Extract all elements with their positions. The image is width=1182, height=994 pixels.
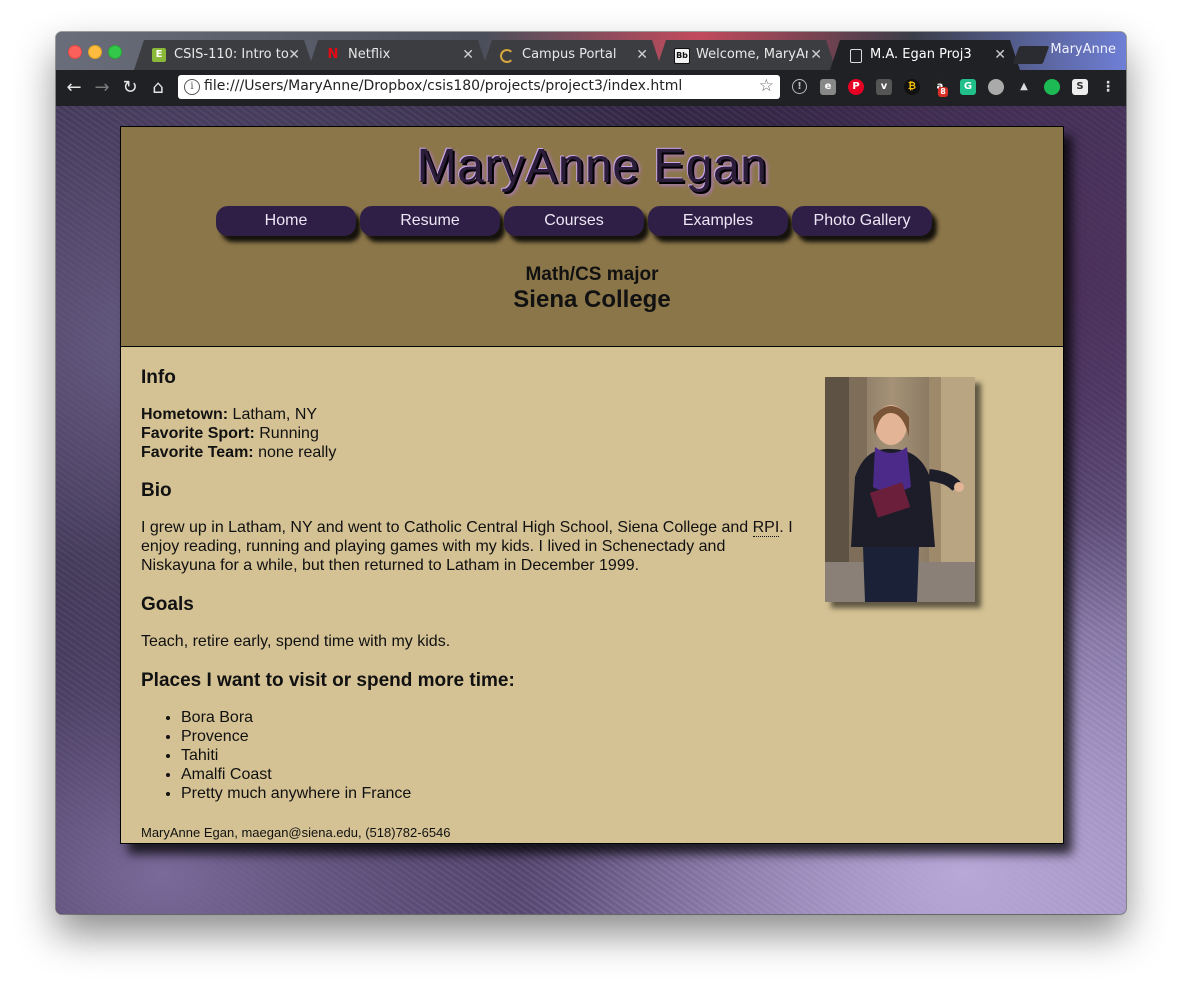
privacy-extension-icon[interactable]: !: [792, 79, 807, 94]
tab-title: Welcome, MaryAnne: [696, 47, 805, 62]
maximize-window-icon[interactable]: [108, 45, 122, 59]
snip-icon[interactable]: S: [1072, 79, 1088, 95]
main-nav: Home Resume Courses Examples Photo Galle…: [216, 206, 968, 238]
menu-icon[interactable]: ⋮: [1100, 79, 1116, 95]
profile-photo: [825, 377, 975, 602]
team-label: Favorite Team:: [141, 444, 254, 461]
page-viewport: MaryAnne Egan Home Resume Courses Exampl…: [56, 106, 1126, 914]
info-icon[interactable]: i: [184, 79, 200, 95]
tab-csis110[interactable]: E CSIS-110: Intro to CS ✕: [134, 40, 314, 70]
e-icon: E: [152, 48, 166, 62]
reload-icon[interactable]: ↻: [118, 76, 142, 100]
tab-title: Netflix: [348, 47, 391, 62]
nav-resume-button[interactable]: Resume: [360, 206, 500, 236]
url-text[interactable]: file:///Users/MaryAnne/Dropbox/csis180/p…: [204, 78, 682, 94]
new-tab-button[interactable]: [1012, 46, 1050, 64]
notification-badge: 8: [938, 87, 948, 97]
sport-value: Running: [254, 425, 319, 442]
nav-home-button[interactable]: Home: [216, 206, 356, 236]
bitcoin-icon[interactable]: ₿: [904, 79, 920, 95]
close-tab-icon[interactable]: ✕: [994, 40, 1006, 70]
bio-text: I grew up in Latham, NY and went to Cath…: [141, 518, 793, 575]
rpi-abbr: RPI: [752, 519, 780, 537]
close-tab-icon[interactable]: ✕: [288, 40, 300, 70]
minimize-window-icon[interactable]: [88, 45, 102, 59]
team-value: none really: [253, 444, 337, 461]
address-bar[interactable]: i file:///Users/MaryAnne/Dropbox/csis180…: [178, 75, 780, 99]
close-tab-icon[interactable]: ✕: [636, 40, 648, 70]
list-item: Pretty much anywhere in France: [181, 784, 411, 803]
tab-netflix[interactable]: N Netflix ✕: [308, 40, 488, 70]
toolbar: ← → ↻ ⌂ i file:///Users/MaryAnne/Dropbox…: [56, 70, 1126, 106]
tab-blackboard[interactable]: Bb Welcome, MaryAnne ✕: [656, 40, 836, 70]
site-body: Info Hometown: Latham, NY Favorite Sport…: [121, 347, 1063, 843]
list-item: Bora Bora: [181, 708, 411, 727]
nav-photo-gallery-button[interactable]: Photo Gallery: [792, 206, 932, 236]
sport-label: Favorite Sport:: [141, 425, 255, 442]
list-item: Amalfi Coast: [181, 765, 411, 784]
site-header: MaryAnne Egan Home Resume Courses Exampl…: [121, 127, 1063, 347]
list-item: Tahiti: [181, 746, 411, 765]
tab-strip: E CSIS-110: Intro to CS ✕ N Netflix ✕ Ca…: [56, 32, 1126, 70]
bio-heading: Bio: [141, 480, 172, 501]
forward-icon[interactable]: →: [90, 76, 114, 100]
page-icon: [850, 49, 862, 63]
home-icon[interactable]: ⌂: [146, 76, 170, 100]
nav-courses-button[interactable]: Courses: [504, 206, 644, 236]
goals-text: Teach, retire early, spend time with my …: [141, 633, 451, 650]
pocket-icon[interactable]: v: [876, 79, 892, 95]
tab-title: M.A. Egan Proj3: [870, 47, 972, 62]
nav-examples-button[interactable]: Examples: [648, 206, 788, 236]
footer-contact: MaryAnne Egan, maegan@siena.edu, (518)78…: [141, 825, 451, 840]
close-tab-icon[interactable]: ✕: [810, 40, 822, 70]
spinner-icon: [500, 49, 514, 63]
info-heading: Info: [141, 367, 176, 388]
site-container: MaryAnne Egan Home Resume Courses Exampl…: [120, 126, 1064, 844]
tab-campus-portal[interactable]: Campus Portal ✕: [482, 40, 662, 70]
grammarly-icon[interactable]: G: [960, 79, 976, 95]
profile-photo-image: [825, 377, 975, 602]
places-heading: Places I want to visit or spend more tim…: [141, 670, 515, 691]
netflix-icon: N: [327, 47, 339, 62]
profile-name[interactable]: MaryAnne: [1050, 42, 1116, 57]
tab-title: CSIS-110: Intro to CS: [174, 47, 289, 62]
hometown-label: Hometown:: [141, 406, 229, 423]
subtitle-college: Siena College: [513, 286, 671, 313]
green-extension-icon[interactable]: [1044, 79, 1060, 95]
bio-text-part: I grew up in Latham, NY and went to Cath…: [141, 519, 753, 536]
evernote-icon[interactable]: e: [820, 79, 836, 95]
hometown-value: Latham, NY: [228, 406, 318, 423]
close-window-icon[interactable]: [68, 45, 82, 59]
browser-window: E CSIS-110: Intro to CS ✕ N Netflix ✕ Ca…: [56, 32, 1126, 914]
info-details: Hometown: Latham, NY Favorite Sport: Run…: [141, 405, 801, 462]
blackboard-icon: Bb: [674, 48, 690, 64]
football-icon[interactable]: [988, 79, 1004, 95]
team-row: Favorite Team: none really: [141, 443, 801, 462]
subtitle-major: Math/CS major: [525, 264, 659, 285]
list-item: Provence: [181, 727, 411, 746]
page-title: MaryAnne Egan: [416, 140, 768, 193]
sport-row: Favorite Sport: Running: [141, 424, 801, 443]
drive-icon[interactable]: ▲: [1016, 79, 1032, 95]
hometown-row: Hometown: Latham, NY: [141, 405, 801, 424]
tab-egan-proj3[interactable]: M.A. Egan Proj3 ✕: [830, 40, 1020, 70]
pinterest-icon[interactable]: P: [848, 79, 864, 95]
back-icon[interactable]: ←: [62, 76, 86, 100]
goals-heading: Goals: [141, 594, 194, 615]
bookmark-star-icon[interactable]: ☆: [759, 76, 774, 96]
tab-title: Campus Portal: [522, 47, 617, 62]
places-list: Bora Bora Provence Tahiti Amalfi Coast P…: [141, 708, 411, 803]
close-tab-icon[interactable]: ✕: [462, 40, 474, 70]
